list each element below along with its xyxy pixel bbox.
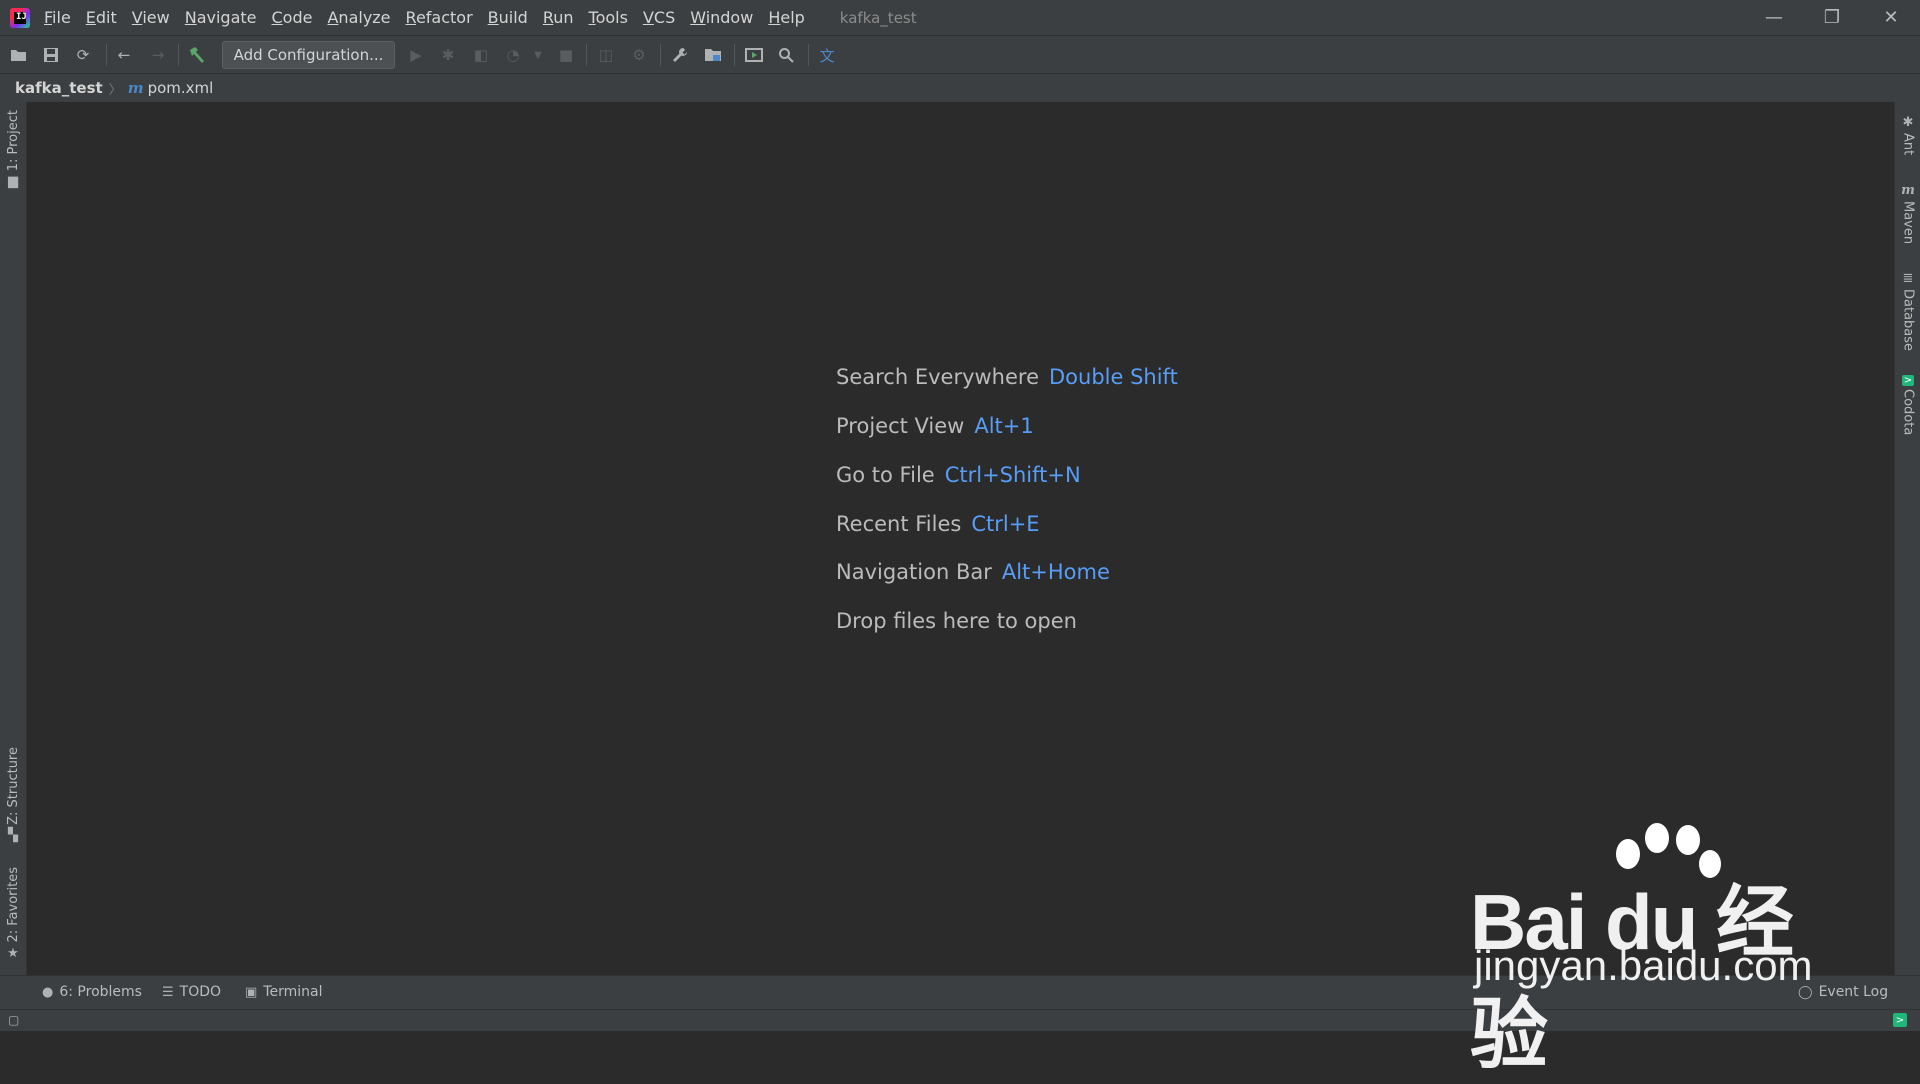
run-icon[interactable]: ▶	[406, 45, 426, 65]
tab-structure-label: Z: Structure	[5, 747, 21, 825]
breadcrumb: kafka_test 〉 m pom.xml	[0, 73, 1920, 103]
codota-status-icon[interactable]: >	[1893, 1013, 1907, 1027]
tab-project[interactable]: 1: Project ▆	[0, 110, 26, 192]
tab-project-label: 1: Project	[5, 110, 21, 172]
tab-ant-label: Ant	[1900, 133, 1916, 156]
breadcrumb-file[interactable]: pom.xml	[148, 79, 214, 97]
intellij-logo-icon[interactable]: IJ	[10, 7, 30, 28]
ant-build-icon[interactable]: ⚙	[629, 45, 649, 65]
info-icon: ●	[42, 984, 54, 1000]
menu-edit[interactable]: Edit	[86, 8, 117, 27]
tab-problems[interactable]: ● 6: Problems	[42, 984, 142, 1000]
maven-file-icon: m	[127, 79, 144, 97]
tab-favorites-label: 2: Favorites	[5, 867, 21, 943]
tab-database[interactable]: ≣ Database	[1895, 268, 1920, 351]
open-folder-icon[interactable]	[9, 45, 29, 65]
main-toolbar: ⟳ ← → Add Configuration... ▶ ✱ ◧ ◔ ▼ ■ ◫…	[0, 35, 1920, 74]
tab-ant[interactable]: ✱ Ant	[1895, 112, 1920, 155]
settings-wrench-icon[interactable]	[670, 45, 690, 65]
restore-button[interactable]: ❐	[1803, 0, 1861, 35]
star-icon: ★	[7, 945, 19, 961]
build-hammer-icon[interactable]	[187, 45, 207, 65]
hint-search-everywhere: Search Everywhere Double Shift	[836, 365, 1178, 389]
menu-view[interactable]: View	[132, 8, 170, 27]
terminal-icon: ▣	[245, 984, 258, 1000]
menu-run[interactable]: Run	[543, 8, 574, 27]
menu-vcs[interactable]: VCS	[643, 8, 675, 27]
tab-structure[interactable]: Z: Structure ▚	[0, 747, 26, 846]
ant-icon: ✱	[1902, 115, 1914, 130]
attach-debugger-icon[interactable]: ◫	[596, 45, 616, 65]
add-configuration-button[interactable]: Add Configuration...	[222, 41, 395, 69]
tab-codota[interactable]: > Codota	[1895, 372, 1920, 435]
stop-icon[interactable]: ■	[556, 45, 576, 65]
breadcrumb-separator: 〉	[108, 82, 122, 98]
hint-project-view: Project View Alt+1	[836, 414, 1034, 438]
breadcrumb-project[interactable]: kafka_test	[15, 79, 103, 97]
tab-favorites[interactable]: 2: Favorites ★	[0, 867, 26, 964]
tab-database-label: Database	[1900, 289, 1916, 352]
menu-analyze[interactable]: Analyze	[327, 8, 390, 27]
menu-code[interactable]: Code	[272, 8, 313, 27]
baidu-jingyan-watermark: Bai du 经验 jingyan.baidu.com	[1470, 820, 1830, 1078]
menu-help[interactable]: Help	[768, 8, 804, 27]
right-tool-strip: ✱ Ant m Maven ≣ Database > Codota	[1894, 102, 1920, 975]
menu-refactor[interactable]: Refactor	[406, 8, 473, 27]
hint-drop-files: Drop files here to open	[836, 609, 1077, 633]
hint-go-to-file: Go to File Ctrl+Shift+N	[836, 463, 1081, 487]
menu-navigate[interactable]: Navigate	[185, 8, 257, 27]
save-all-icon[interactable]	[41, 45, 61, 65]
left-tool-strip: 1: Project ▆ Z: Structure ▚ 2: Favorites…	[0, 102, 27, 975]
hint-recent-files: Recent Files Ctrl+E	[836, 512, 1040, 536]
menu-build[interactable]: Build	[488, 8, 528, 27]
profile-icon[interactable]: ◔	[503, 45, 523, 65]
maven-icon: m	[1901, 183, 1915, 198]
structure-icon: ▚	[8, 827, 18, 843]
tab-todo[interactable]: ☰ TODO	[162, 984, 221, 1000]
tab-maven[interactable]: m Maven	[1895, 180, 1920, 244]
synchronize-icon[interactable]: ⟳	[73, 45, 93, 65]
back-arrow-icon[interactable]: ←	[114, 45, 134, 65]
folder-icon: ▆	[8, 174, 18, 190]
list-icon: ☰	[162, 984, 174, 1000]
translate-icon[interactable]: 文	[817, 45, 837, 65]
codota-icon: >	[1901, 375, 1915, 386]
tab-maven-label: Maven	[1900, 201, 1916, 245]
tab-codota-label: Codota	[1900, 389, 1916, 436]
presentation-mode-icon[interactable]	[744, 45, 764, 65]
window-title: kafka_test	[839, 8, 917, 27]
menu-tools[interactable]: Tools	[589, 8, 628, 27]
project-structure-icon[interactable]	[703, 45, 723, 65]
tab-terminal[interactable]: ▣ Terminal	[245, 984, 322, 1000]
close-button[interactable]: ✕	[1862, 0, 1920, 35]
debug-icon[interactable]: ✱	[438, 45, 458, 65]
chevron-down-icon[interactable]: ▼	[528, 45, 548, 65]
hint-navigation-bar: Navigation Bar Alt+Home	[836, 560, 1110, 584]
title-bar: IJ File Edit View Navigate Code Analyze …	[0, 0, 1920, 35]
search-icon[interactable]	[776, 45, 796, 65]
watermark-url: jingyan.baidu.com	[1474, 942, 1813, 989]
minimize-button[interactable]: —	[1745, 0, 1803, 35]
tool-windows-toggle-icon[interactable]: ▢	[8, 1013, 19, 1027]
forward-arrow-icon[interactable]: →	[148, 45, 168, 65]
menu-window[interactable]: Window	[690, 8, 753, 27]
run-coverage-icon[interactable]: ◧	[471, 45, 491, 65]
database-icon: ≣	[1902, 271, 1914, 286]
menu-file[interactable]: File	[44, 8, 71, 27]
